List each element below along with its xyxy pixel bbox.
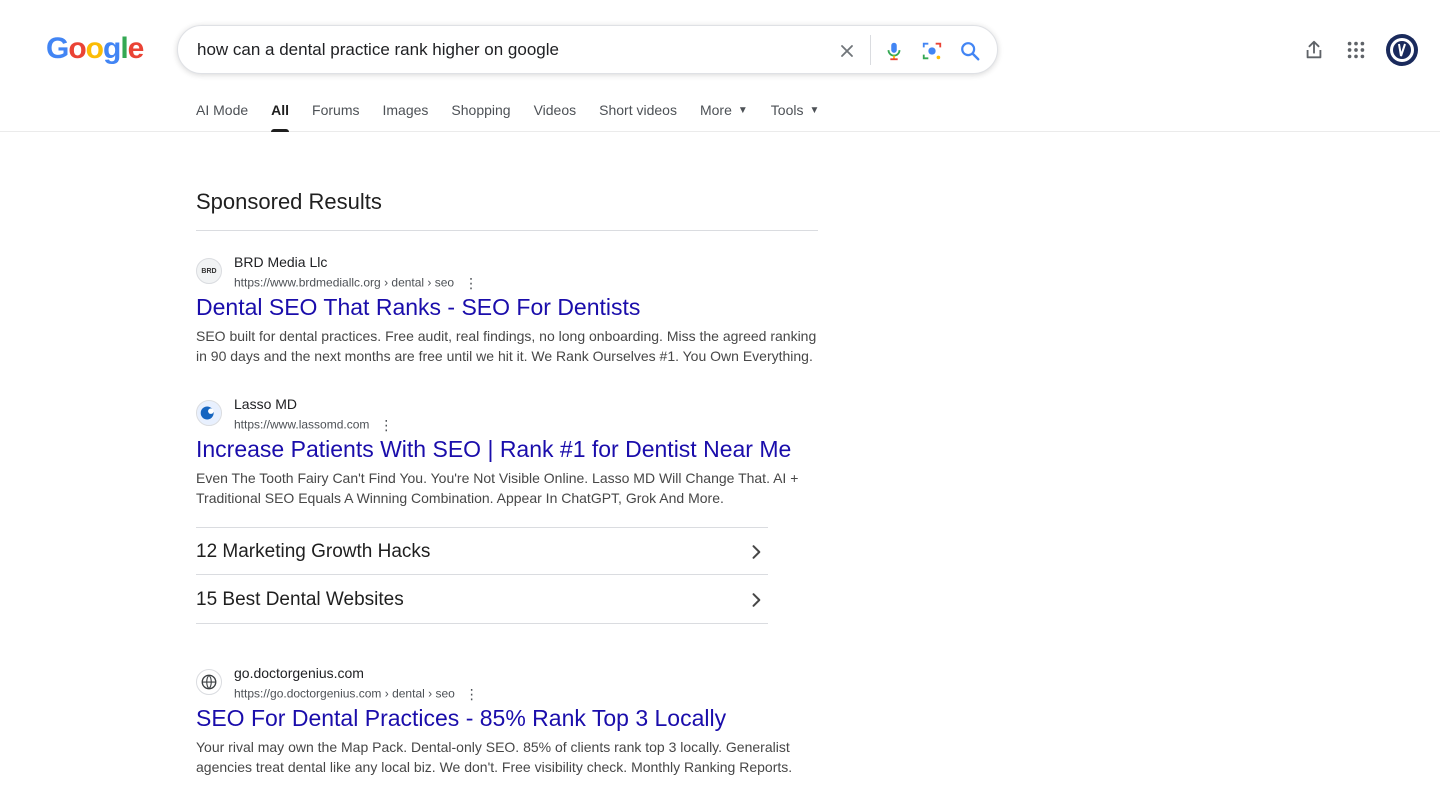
voice-search-button[interactable] [881, 38, 907, 64]
share-button[interactable] [1300, 36, 1328, 64]
chevron-right-icon [752, 545, 761, 559]
ad-url-domain: https://go.doctorgenius.com [234, 686, 382, 701]
logo-letter: l [120, 32, 128, 65]
clear-search-button[interactable] [834, 38, 860, 64]
share-icon [1306, 40, 1322, 59]
search-icon [961, 42, 980, 61]
more-options-icon[interactable]: ⋮ [465, 686, 479, 703]
microphone-icon [887, 42, 901, 61]
ad-url[interactable]: https://go.doctorgenius.com › dental › s… [234, 686, 479, 703]
account-avatar[interactable] [1386, 34, 1418, 66]
avatar-icon [1390, 38, 1414, 62]
ad-url-breadcrumb: › dental › seo [381, 686, 455, 701]
tab-forums[interactable]: Forums [312, 100, 359, 132]
ad-description: Your rival may own the Map Pack. Dental-… [196, 739, 793, 775]
tab-all[interactable]: All [271, 100, 289, 132]
ad-title-link[interactable]: Increase Patients With SEO | Rank #1 for… [196, 436, 791, 463]
image-search-button[interactable] [919, 38, 945, 64]
ad-result: Lasso MD https://www.lassomd.com ⋮ Increa… [196, 396, 818, 516]
ad-url-breadcrumb: › dental › seo [380, 275, 455, 290]
logo-letter: o [85, 32, 104, 65]
globe-icon [201, 674, 217, 690]
search-box [177, 25, 998, 74]
ad-result: go.doctorgenius.com https://go.doctorgen… [196, 665, 818, 785]
tab-images[interactable]: Images [382, 100, 428, 132]
tab-label: All [271, 102, 290, 118]
tab-videos[interactable]: Videos [534, 100, 577, 132]
ad-url[interactable]: https://www.brdmediallc.org › dental › s… [234, 275, 478, 292]
tab-label: Images [382, 102, 429, 118]
advertiser-name[interactable]: go.doctorgenius.com [234, 665, 364, 681]
google-logo[interactable]: Google [46, 32, 145, 65]
ad-title-link[interactable]: Dental SEO That Ranks - SEO For Dentists [196, 294, 640, 321]
lasso-logo-icon [197, 401, 221, 425]
camera-lens-icon [922, 42, 942, 60]
ad-url-domain: https://www.lassomd.com [234, 417, 370, 432]
apps-button[interactable] [1342, 36, 1370, 64]
tab-label: Videos [533, 102, 577, 118]
sponsored-heading: Sponsored Results [196, 189, 382, 214]
sitelink-label: 15 Best Dental Websites [196, 589, 404, 610]
logo-letter: G [46, 32, 69, 65]
tab-label: More [699, 102, 732, 118]
apps-grid-icon [1347, 41, 1365, 59]
logo-letter: e [127, 32, 145, 65]
ad-description: SEO built for dental practices. Free aud… [196, 328, 817, 364]
header: Google how can a dental practice rank hi… [0, 0, 1440, 132]
ad-result: BRD BRD Media Llc https://www.brdmediall… [196, 254, 818, 374]
sitelink-marketing-growth-hacks[interactable]: 12 Marketing Growth Hacks [196, 527, 768, 575]
search-divider [870, 35, 871, 65]
tab-ai-mode[interactable]: AI Mode [196, 100, 248, 132]
favicon-logo-text: BRD [201, 267, 217, 275]
tab-label: Shopping [451, 102, 511, 118]
advertiser-favicon[interactable]: BRD [196, 258, 222, 284]
close-icon [841, 45, 853, 57]
sitelink-best-dental-websites[interactable]: 15 Best Dental Websites [196, 576, 768, 624]
tab-label: Forums [312, 102, 360, 118]
tab-short-videos[interactable]: Short videos [599, 100, 677, 132]
ad-title-link[interactable]: SEO For Dental Practices - 85% Rank Top … [196, 705, 726, 732]
search-input[interactable] [197, 38, 827, 62]
tab-label: Tools [770, 102, 804, 118]
tab-tools[interactable]: Tools ▼ [771, 100, 820, 132]
search-tabs: AI Mode All Forums Images Shopping Video… [196, 100, 842, 132]
more-options-icon[interactable]: ⋮ [464, 275, 478, 292]
sitelink-label: 12 Marketing Growth Hacks [196, 541, 431, 562]
caret-down-icon: ▼ [809, 105, 820, 117]
ad-description: Even The Tooth Fairy Can't Find You. You… [196, 470, 799, 506]
logo-letter: o [68, 32, 86, 65]
tab-label: Short videos [599, 102, 677, 118]
search-submit-button[interactable] [957, 38, 983, 64]
tab-label: AI Mode [196, 102, 249, 118]
tab-shopping[interactable]: Shopping [451, 100, 510, 132]
advertiser-name[interactable]: Lasso MD [234, 396, 297, 412]
ad-url[interactable]: https://www.lassomd.com ⋮ [234, 417, 393, 434]
chevron-right-icon [752, 593, 761, 607]
advertiser-name[interactable]: BRD Media Llc [234, 254, 327, 270]
tab-more[interactable]: More ▼ [700, 100, 748, 132]
advertiser-favicon[interactable] [196, 400, 222, 426]
caret-down-icon: ▼ [737, 105, 748, 117]
more-options-icon[interactable]: ⋮ [379, 417, 393, 434]
logo-letter: g [103, 32, 121, 65]
divider [196, 230, 818, 231]
ad-url-domain: https://www.brdmediallc.org [234, 275, 381, 290]
advertiser-favicon[interactable] [196, 669, 222, 695]
